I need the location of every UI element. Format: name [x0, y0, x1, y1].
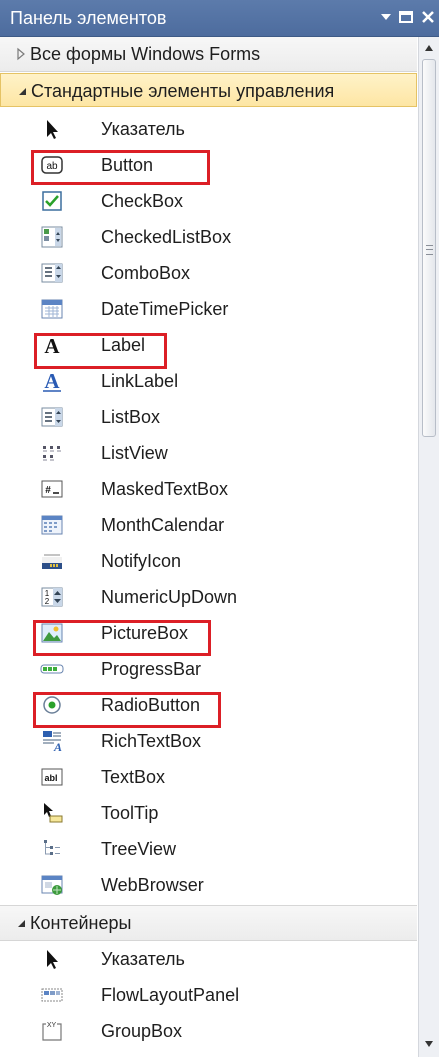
monthcalendar-icon — [41, 515, 63, 535]
linklabel-icon: A — [43, 369, 61, 393]
tool-item-label: LinkLabel — [101, 371, 179, 391]
title-bar: Панель элементов — [0, 0, 439, 37]
listview-icon — [43, 446, 61, 461]
toolbox-list: Все формы Windows Forms Стандартные элем… — [0, 37, 417, 1057]
tool-item-tooltip[interactable]: ToolTip — [0, 795, 417, 831]
richtextbox-icon: A — [43, 731, 62, 753]
tool-item-label: CheckBox — [101, 191, 184, 211]
tool-item-datetimepicker[interactable]: DateTimePicker — [0, 291, 417, 327]
toolbox-window: Панель элементов Все формы Windows Forms… — [0, 0, 439, 1057]
maskedtextbox-icon: # — [41, 480, 63, 498]
groupbox-icon: XY — [42, 1022, 62, 1041]
group-label: Все формы Windows Forms — [30, 44, 261, 64]
numericupdown-icon: 12 — [41, 587, 63, 607]
tool-item-label: MonthCalendar — [101, 515, 225, 535]
tool-item-label: ListBox — [101, 407, 161, 427]
tool-item-listview[interactable]: ListView — [0, 435, 417, 471]
highlight-frame-label — [34, 333, 167, 369]
svg-text:A: A — [53, 740, 62, 753]
tool-item-combobox[interactable]: ComboBox — [0, 255, 417, 291]
group-containers[interactable]: Контейнеры — [0, 905, 417, 941]
pointer-icon — [47, 950, 58, 969]
tool-item-monthcalendar[interactable]: MonthCalendar — [0, 507, 417, 543]
tool-item-treeview[interactable]: TreeView — [0, 831, 417, 867]
textbox-icon: abl — [41, 768, 63, 786]
tool-item-label: NotifyIcon — [101, 551, 182, 571]
tool-item-label: ProgressBar — [101, 659, 202, 679]
tool-item-label: DateTimePicker — [101, 299, 229, 319]
group-all-windows-forms[interactable]: Все формы Windows Forms — [0, 37, 417, 72]
scroll-down-arrow-icon[interactable] — [419, 1033, 439, 1055]
expand-arrow-icon[interactable] — [14, 47, 28, 61]
tool-item-label: MaskedTextBox — [101, 479, 229, 499]
tool-item-pointer[interactable]: Указатель — [0, 941, 417, 977]
highlight-frame-picturebox — [33, 620, 211, 656]
flowlayoutpanel-icon — [41, 988, 63, 1002]
notifyicon-icon — [42, 554, 62, 569]
checkbox-icon — [42, 191, 62, 211]
tool-item-listbox[interactable]: ListBox — [0, 399, 417, 435]
dropdown-arrow-icon[interactable] — [376, 7, 396, 27]
highlight-frame-radiobutton — [33, 692, 221, 728]
tool-item-label: TreeView — [101, 839, 177, 859]
tool-item-label: Указатель — [101, 119, 185, 139]
scrollbar-thumb[interactable] — [422, 59, 436, 437]
treeview-icon — [44, 840, 60, 855]
tool-item-progressbar[interactable]: ProgressBar — [0, 651, 417, 687]
tool-item-textbox[interactable]: abl TextBox — [0, 759, 417, 795]
listbox-icon — [41, 407, 63, 427]
vertical-scrollbar[interactable] — [418, 37, 439, 1057]
svg-text:#: # — [45, 485, 51, 496]
close-icon[interactable] — [418, 7, 438, 27]
group-standard-controls[interactable]: Стандартные элементы управления — [0, 73, 417, 107]
tool-item-label: RichTextBox — [101, 731, 202, 751]
tool-item-numericupdown[interactable]: 12 NumericUpDown — [0, 579, 417, 615]
group-label: Контейнеры — [30, 913, 132, 933]
svg-text:abl: abl — [44, 773, 57, 783]
maximize-icon[interactable] — [396, 7, 416, 27]
highlight-frame-button — [31, 150, 210, 185]
tool-item-checkedlistbox[interactable]: CheckedListBox — [0, 219, 417, 255]
tool-item-webbrowser[interactable]: WebBrowser — [0, 867, 417, 903]
svg-text:2: 2 — [45, 597, 50, 606]
scrollbar-grip-icon — [426, 245, 433, 255]
collapse-arrow-icon[interactable] — [14, 916, 28, 930]
tool-item-label: TextBox — [101, 767, 166, 787]
combobox-icon — [41, 263, 63, 283]
tool-item-richtextbox[interactable]: A RichTextBox — [0, 723, 417, 759]
collapse-arrow-icon[interactable] — [15, 84, 29, 98]
svg-text:XY: XY — [47, 1022, 57, 1029]
tool-item-label: NumericUpDown — [101, 587, 238, 607]
tool-item-label: ListView — [101, 443, 168, 463]
window-title: Панель элементов — [10, 8, 167, 28]
svg-text:A: A — [44, 369, 60, 393]
tooltip-icon — [44, 803, 63, 823]
tool-item-groupbox[interactable]: XY GroupBox — [0, 1013, 417, 1049]
tool-item-label: FlowLayoutPanel — [101, 985, 240, 1005]
tool-item-notifyicon[interactable]: NotifyIcon — [0, 543, 417, 579]
tool-item-flowlayoutpanel[interactable]: FlowLayoutPanel — [0, 977, 417, 1013]
datetimepicker-icon — [41, 299, 63, 319]
tool-item-maskedtextbox[interactable]: # MaskedTextBox — [0, 471, 417, 507]
scroll-up-arrow-icon[interactable] — [419, 37, 439, 59]
tool-item-label: ToolTip — [101, 803, 159, 823]
tool-item-label: CheckedListBox — [101, 227, 232, 247]
tool-item-label: Указатель — [101, 949, 185, 969]
tool-item-label: ComboBox — [101, 263, 191, 283]
group-label: Стандартные элементы управления — [31, 81, 335, 101]
tool-item-label: GroupBox — [101, 1021, 183, 1041]
tool-item-label: WebBrowser — [101, 875, 204, 895]
progressbar-icon — [40, 664, 64, 674]
tool-item-checkbox[interactable]: CheckBox — [0, 183, 417, 219]
checkedlistbox-icon — [41, 226, 63, 248]
tool-item-pointer[interactable]: Указатель — [0, 111, 417, 147]
pointer-icon — [47, 120, 58, 139]
webbrowser-icon — [41, 875, 63, 895]
